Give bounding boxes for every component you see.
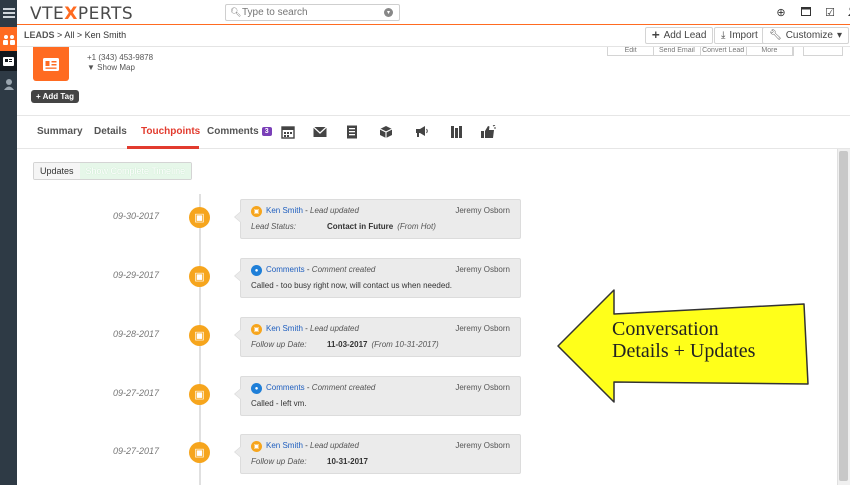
comments-count-badge: 3 xyxy=(261,127,272,136)
entry-record-link[interactable]: Ken Smith xyxy=(266,206,303,215)
breadcrumb-record: Ken Smith xyxy=(84,30,127,40)
entry-record-link[interactable]: Ken Smith xyxy=(266,324,303,333)
breadcrumb-all[interactable]: All xyxy=(64,30,74,40)
lead-card-icon: ▣ xyxy=(189,325,210,346)
lead-avatar-icon xyxy=(33,47,69,81)
search-input[interactable] xyxy=(242,7,372,18)
tasks-icon[interactable]: ☑ xyxy=(824,6,836,19)
search-options-icon[interactable]: ▾ xyxy=(384,8,393,17)
edit-button[interactable]: Edit xyxy=(608,47,655,55)
lead-small-icon: ▣ xyxy=(251,441,262,452)
entry-date: 09-30-2017 xyxy=(113,211,160,221)
entry-user: Jeremy Osborn xyxy=(455,441,510,450)
global-search[interactable]: 🔍︎ ▾ xyxy=(225,4,400,21)
plus-icon: ➕︎ xyxy=(652,30,660,41)
entry-date: 09-27-2017 xyxy=(113,388,160,398)
record-actions: Edit Send Email Convert Lead More xyxy=(607,47,794,56)
timeline-card: ▣ Ken Smith - Lead updated Jeremy Osborn… xyxy=(234,317,521,357)
timeline-card: ● Comments - Comment created Jeremy Osbo… xyxy=(234,258,521,298)
entry-date: 09-28-2017 xyxy=(113,329,160,339)
comment-icon: ● xyxy=(251,265,262,276)
tab-details[interactable]: Details xyxy=(94,126,127,137)
lead-card-icon: ▣ xyxy=(189,207,210,228)
customize-button[interactable]: 🔧︎ Customize ▾ xyxy=(762,27,849,44)
timeline-entry: 09-27-2017 ▣ ▣ Ken Smith - Lead updated … xyxy=(17,434,837,476)
top-header: VTEXPERTS 🔍︎ ▾ ⊕ ☑ xyxy=(17,0,850,25)
entry-date: 09-27-2017 xyxy=(113,446,160,456)
comment-icon: ● xyxy=(251,383,262,394)
show-map-link[interactable]: ▼ Show Map xyxy=(87,63,135,72)
caret-down-icon: ▾ xyxy=(836,30,842,41)
entry-record-link[interactable]: Ken Smith xyxy=(266,441,303,450)
lead-card-icon: ▣ xyxy=(189,266,210,287)
timeline-filter: Updates Show Complete Timeline xyxy=(33,162,193,180)
convert-lead-button[interactable]: Convert Lead xyxy=(701,47,747,55)
updates-filter-button[interactable]: Updates xyxy=(34,163,80,179)
document-tab-icon[interactable] xyxy=(344,125,360,142)
megaphone-tab-icon[interactable] xyxy=(413,125,429,141)
entry-record-link[interactable]: Comments xyxy=(266,265,305,274)
breadcrumb: LEADS > All > Ken Smith xyxy=(24,30,127,40)
box-tab-icon[interactable] xyxy=(378,125,394,142)
tab-summary[interactable]: Summary xyxy=(37,126,83,137)
vtexperts-logo[interactable]: VTEXPERTS xyxy=(30,4,133,24)
lead-small-icon: ▣ xyxy=(251,206,262,217)
tab-touchpoints[interactable]: Touchpoints xyxy=(141,126,200,137)
add-lead-button[interactable]: ➕︎ Add Lead xyxy=(645,27,714,44)
entry-user: Jeremy Osborn xyxy=(455,206,510,215)
map-marker-icon: ▼ xyxy=(87,63,95,72)
timeline-entry: 09-30-2017 ▣ ▣ Ken Smith - Lead updated … xyxy=(17,199,837,241)
tab-comments[interactable]: Comments 3 xyxy=(207,126,272,137)
breadcrumb-bar: LEADS > All > Ken Smith ➕︎ Add Lead ⤓ Impo… xyxy=(17,25,850,47)
import-button[interactable]: ⤓ Import xyxy=(714,27,765,44)
contact-card-icon[interactable] xyxy=(0,51,17,71)
timeline-card: ▣ Ken Smith - Lead updated Jeremy Osborn… xyxy=(234,199,521,239)
timeline-card: ▣ Ken Smith - Lead updated Jeremy Osborn… xyxy=(234,434,521,474)
record-tabs: Summary Details Touchpoints Comments 3 xyxy=(17,115,850,149)
entry-date: 09-29-2017 xyxy=(113,270,160,280)
add-tag-button[interactable]: + Add Tag xyxy=(31,90,80,103)
scrollbar-thumb[interactable] xyxy=(839,151,848,481)
email-tab-icon[interactable] xyxy=(312,125,328,141)
record-header: +1 (343) 453-9878 ▼ Show Map + Add Tag E… xyxy=(17,47,850,115)
send-email-button[interactable]: Send Email xyxy=(654,47,701,55)
comment-text: Called - too busy right now, will contac… xyxy=(251,281,453,290)
quick-create-icon[interactable]: ⊕ xyxy=(775,6,787,19)
lead-card-icon: ▣ xyxy=(189,442,210,463)
record-nav-buttons[interactable] xyxy=(803,47,843,56)
timeline-card: ● Comments - Comment created Jeremy Osbo… xyxy=(234,376,521,416)
callout-text: Conversation Details + Updates xyxy=(612,318,756,362)
thumbs-up-tab-icon[interactable] xyxy=(480,124,496,142)
lead-small-icon: ▣ xyxy=(251,324,262,335)
wrench-icon: 🔧︎ xyxy=(769,30,782,41)
profile-icon[interactable] xyxy=(846,6,850,19)
entry-user: Jeremy Osborn xyxy=(455,383,510,392)
record-phone[interactable]: +1 (343) 453-9878 xyxy=(87,53,153,62)
entry-user: Jeremy Osborn xyxy=(455,265,510,274)
leads-module-icon[interactable] xyxy=(0,27,17,51)
lead-card-icon: ▣ xyxy=(189,384,210,405)
entry-user: Jeremy Osborn xyxy=(455,324,510,333)
more-button[interactable]: More xyxy=(747,47,793,55)
calendar-tab-icon[interactable] xyxy=(280,125,296,142)
user-icon[interactable] xyxy=(0,73,17,95)
books-tab-icon[interactable] xyxy=(448,125,464,142)
breadcrumb-module[interactable]: LEADS xyxy=(24,30,55,40)
search-icon: 🔍︎ xyxy=(230,7,242,17)
comment-text: Called - left vm. xyxy=(251,399,307,408)
hamburger-menu-icon[interactable] xyxy=(0,0,17,25)
complete-timeline-button[interactable]: Show Complete Timeline xyxy=(79,163,192,179)
calendar-icon[interactable] xyxy=(800,6,812,19)
entry-record-link[interactable]: Comments xyxy=(266,383,305,392)
download-icon: ⤓ xyxy=(721,30,726,41)
